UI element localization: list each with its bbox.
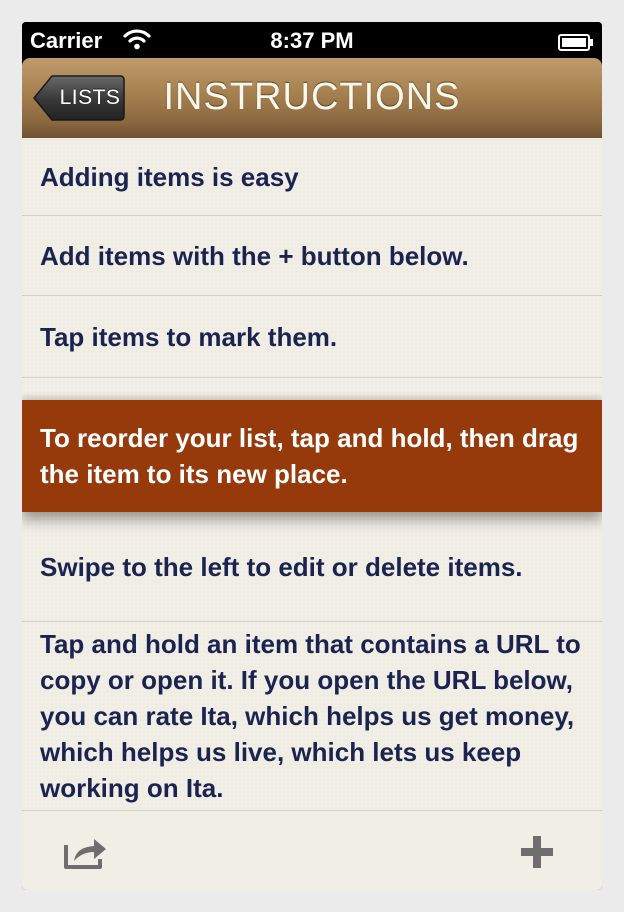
- page-title: INSTRUCTIONS: [163, 76, 461, 118]
- back-button-label: LISTS: [59, 86, 121, 109]
- navigation-bar: LISTS INSTRUCTIONS: [22, 58, 602, 138]
- status-bar: Carrier 8:37 PM: [22, 22, 602, 58]
- list-item-text: Swipe to the left to edit or delete item…: [40, 551, 523, 582]
- list-item-text: Add items with the + button below.: [40, 240, 469, 271]
- list-item-text: Tap items to mark them.: [40, 321, 338, 352]
- device-screen: Carrier 8:37 PM LISTS INSTRUCTIONS Addin…: [22, 22, 602, 890]
- list-item[interactable]: Adding items is easy: [22, 138, 602, 216]
- list-item-text: Adding items is easy: [40, 161, 299, 192]
- plus-icon[interactable]: [520, 835, 554, 869]
- list-item[interactable]: Tap items to mark them.: [22, 296, 602, 378]
- back-button[interactable]: LISTS: [32, 74, 126, 122]
- instructions-list: Adding items is easy Add items with the …: [22, 138, 602, 810]
- list-item-text: Tap and hold an item that contains a URL…: [40, 629, 581, 803]
- list-item[interactable]: Swipe to the left to edit or delete item…: [22, 512, 602, 622]
- list-item[interactable]: Tap and hold an item that contains a URL…: [22, 622, 602, 810]
- list-item[interactable]: Add items with the + button below.: [22, 216, 602, 296]
- bottom-toolbar: [22, 810, 602, 890]
- status-time: 8:37 PM: [270, 28, 354, 53]
- list-item-dragging[interactable]: To reorder your list, tap and hold, then…: [22, 400, 602, 512]
- battery-icon: [558, 31, 594, 51]
- share-icon[interactable]: [62, 833, 110, 871]
- list-item-text: To reorder your list, tap and hold, then…: [40, 423, 579, 489]
